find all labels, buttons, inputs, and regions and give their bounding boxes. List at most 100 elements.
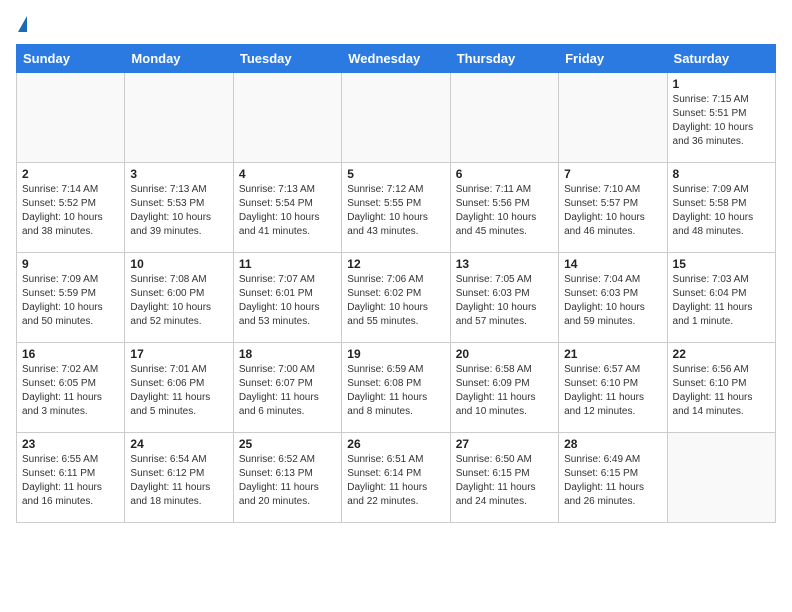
day-info: Sunrise: 7:01 AM Sunset: 6:06 PM Dayligh…	[130, 363, 227, 419]
weekday-header-row: SundayMondayTuesdayWednesdayThursdayFrid…	[17, 45, 776, 73]
calendar-day-cell	[559, 73, 667, 163]
logo-triangle-icon	[18, 16, 27, 32]
day-number: 15	[673, 257, 770, 271]
day-number: 13	[456, 257, 553, 271]
day-info: Sunrise: 6:57 AM Sunset: 6:10 PM Dayligh…	[564, 363, 661, 419]
day-number: 25	[239, 437, 336, 451]
day-number: 20	[456, 347, 553, 361]
day-number: 23	[22, 437, 119, 451]
calendar-day-cell: 21 Sunrise: 6:57 AM Sunset: 6:10 PM Dayli…	[559, 343, 667, 433]
day-info: Sunrise: 7:15 AM Sunset: 5:51 PM Dayligh…	[673, 93, 770, 149]
day-number: 26	[347, 437, 444, 451]
day-info: Sunrise: 7:13 AM Sunset: 5:53 PM Dayligh…	[130, 183, 227, 239]
day-number: 22	[673, 347, 770, 361]
calendar-day-cell: 7 Sunrise: 7:10 AM Sunset: 5:57 PM Daylig…	[559, 163, 667, 253]
weekday-tuesday: Tuesday	[233, 45, 341, 73]
calendar-table: SundayMondayTuesdayWednesdayThursdayFrid…	[16, 44, 776, 523]
day-info: Sunrise: 7:00 AM Sunset: 6:07 PM Dayligh…	[239, 363, 336, 419]
day-info: Sunrise: 7:02 AM Sunset: 6:05 PM Dayligh…	[22, 363, 119, 419]
calendar-day-cell: 27Sunrise: 6:50 AM Sunset: 6:15 PM Dayli…	[450, 433, 558, 523]
day-info: Sunrise: 6:51 AM Sunset: 6:14 PM Dayligh…	[347, 453, 444, 509]
calendar-day-cell	[667, 433, 775, 523]
calendar-week-row: 1 Sunrise: 7:15 AM Sunset: 5:51 PM Daylig…	[17, 73, 776, 163]
day-info: Sunrise: 7:09 AM Sunset: 5:58 PM Dayligh…	[673, 183, 770, 239]
calendar-day-cell: 28 Sunrise: 6:49 AM Sunset: 6:15 PM Dayli…	[559, 433, 667, 523]
calendar-day-cell: 2 Sunrise: 7:14 AM Sunset: 5:52 PM Daylig…	[17, 163, 125, 253]
day-number: 24	[130, 437, 227, 451]
day-number: 10	[130, 257, 227, 271]
weekday-monday: Monday	[125, 45, 233, 73]
day-info: Sunrise: 7:09 AM Sunset: 5:59 PM Dayligh…	[22, 273, 119, 329]
calendar-day-cell	[342, 73, 450, 163]
calendar-day-cell: 11 Sunrise: 7:07 AM Sunset: 6:01 PM Dayli…	[233, 253, 341, 343]
day-info: Sunrise: 6:58 AM Sunset: 6:09 PM Dayligh…	[456, 363, 553, 419]
day-number: 9	[22, 257, 119, 271]
calendar-day-cell: 25 Sunrise: 6:52 AM Sunset: 6:13 PM Dayli…	[233, 433, 341, 523]
calendar-day-cell: 12 Sunrise: 7:06 AM Sunset: 6:02 PM Dayli…	[342, 253, 450, 343]
day-info: Sunrise: 6:56 AM Sunset: 6:10 PM Dayligh…	[673, 363, 770, 419]
calendar-day-cell	[450, 73, 558, 163]
day-info: Sunrise: 6:52 AM Sunset: 6:13 PM Dayligh…	[239, 453, 336, 509]
calendar-day-cell: 17 Sunrise: 7:01 AM Sunset: 6:06 PM Dayli…	[125, 343, 233, 433]
day-info: Sunrise: 6:59 AM Sunset: 6:08 PM Dayligh…	[347, 363, 444, 419]
day-number: 2	[22, 167, 119, 181]
day-number: 12	[347, 257, 444, 271]
calendar-day-cell: 3Sunrise: 7:13 AM Sunset: 5:53 PM Daylig…	[125, 163, 233, 253]
calendar-day-cell: 24 Sunrise: 6:54 AM Sunset: 6:12 PM Dayli…	[125, 433, 233, 523]
day-info: Sunrise: 6:49 AM Sunset: 6:15 PM Dayligh…	[564, 453, 661, 509]
calendar-day-cell: 1 Sunrise: 7:15 AM Sunset: 5:51 PM Daylig…	[667, 73, 775, 163]
calendar-day-cell: 16 Sunrise: 7:02 AM Sunset: 6:05 PM Dayli…	[17, 343, 125, 433]
day-number: 11	[239, 257, 336, 271]
page-header	[16, 16, 776, 32]
day-info: Sunrise: 7:03 AM Sunset: 6:04 PM Dayligh…	[673, 273, 770, 329]
day-number: 28	[564, 437, 661, 451]
day-info: Sunrise: 6:54 AM Sunset: 6:12 PM Dayligh…	[130, 453, 227, 509]
calendar-week-row: 23 Sunrise: 6:55 AM Sunset: 6:11 PM Dayli…	[17, 433, 776, 523]
day-info: Sunrise: 7:06 AM Sunset: 6:02 PM Dayligh…	[347, 273, 444, 329]
weekday-friday: Friday	[559, 45, 667, 73]
logo	[16, 16, 27, 32]
calendar-day-cell: 23 Sunrise: 6:55 AM Sunset: 6:11 PM Dayli…	[17, 433, 125, 523]
calendar-day-cell: 26 Sunrise: 6:51 AM Sunset: 6:14 PM Dayli…	[342, 433, 450, 523]
calendar-day-cell: 9 Sunrise: 7:09 AM Sunset: 5:59 PM Daylig…	[17, 253, 125, 343]
day-info: Sunrise: 6:55 AM Sunset: 6:11 PM Dayligh…	[22, 453, 119, 509]
weekday-thursday: Thursday	[450, 45, 558, 73]
day-number: 16	[22, 347, 119, 361]
day-number: 21	[564, 347, 661, 361]
day-number: 19	[347, 347, 444, 361]
day-info: Sunrise: 7:07 AM Sunset: 6:01 PM Dayligh…	[239, 273, 336, 329]
day-info: Sunrise: 7:11 AM Sunset: 5:56 PM Dayligh…	[456, 183, 553, 239]
day-number: 17	[130, 347, 227, 361]
calendar-week-row: 2 Sunrise: 7:14 AM Sunset: 5:52 PM Daylig…	[17, 163, 776, 253]
day-info: Sunrise: 7:14 AM Sunset: 5:52 PM Dayligh…	[22, 183, 119, 239]
day-info: Sunrise: 7:05 AM Sunset: 6:03 PM Dayligh…	[456, 273, 553, 329]
day-number: 7	[564, 167, 661, 181]
day-number: 8	[673, 167, 770, 181]
calendar-day-cell	[17, 73, 125, 163]
weekday-saturday: Saturday	[667, 45, 775, 73]
calendar-week-row: 9 Sunrise: 7:09 AM Sunset: 5:59 PM Daylig…	[17, 253, 776, 343]
weekday-sunday: Sunday	[17, 45, 125, 73]
calendar-day-cell	[125, 73, 233, 163]
day-info: Sunrise: 7:12 AM Sunset: 5:55 PM Dayligh…	[347, 183, 444, 239]
calendar-day-cell: 20 Sunrise: 6:58 AM Sunset: 6:09 PM Dayli…	[450, 343, 558, 433]
day-info: Sunrise: 7:08 AM Sunset: 6:00 PM Dayligh…	[130, 273, 227, 329]
day-info: Sunrise: 7:13 AM Sunset: 5:54 PM Dayligh…	[239, 183, 336, 239]
day-info: Sunrise: 7:04 AM Sunset: 6:03 PM Dayligh…	[564, 273, 661, 329]
calendar-day-cell: 4 Sunrise: 7:13 AM Sunset: 5:54 PM Daylig…	[233, 163, 341, 253]
calendar-day-cell: 14 Sunrise: 7:04 AM Sunset: 6:03 PM Dayli…	[559, 253, 667, 343]
calendar-day-cell: 6 Sunrise: 7:11 AM Sunset: 5:56 PM Daylig…	[450, 163, 558, 253]
day-number: 6	[456, 167, 553, 181]
weekday-wednesday: Wednesday	[342, 45, 450, 73]
calendar-day-cell: 18 Sunrise: 7:00 AM Sunset: 6:07 PM Dayli…	[233, 343, 341, 433]
calendar-day-cell: 19 Sunrise: 6:59 AM Sunset: 6:08 PM Dayli…	[342, 343, 450, 433]
day-number: 4	[239, 167, 336, 181]
day-number: 1	[673, 77, 770, 91]
day-number: 14	[564, 257, 661, 271]
calendar-day-cell	[233, 73, 341, 163]
calendar-day-cell: 8 Sunrise: 7:09 AM Sunset: 5:58 PM Daylig…	[667, 163, 775, 253]
day-info: Sunrise: 6:50 AM Sunset: 6:15 PM Dayligh…	[456, 453, 553, 509]
day-info: Sunrise: 7:10 AM Sunset: 5:57 PM Dayligh…	[564, 183, 661, 239]
day-number: 18	[239, 347, 336, 361]
calendar-day-cell: 10 Sunrise: 7:08 AM Sunset: 6:00 PM Dayli…	[125, 253, 233, 343]
